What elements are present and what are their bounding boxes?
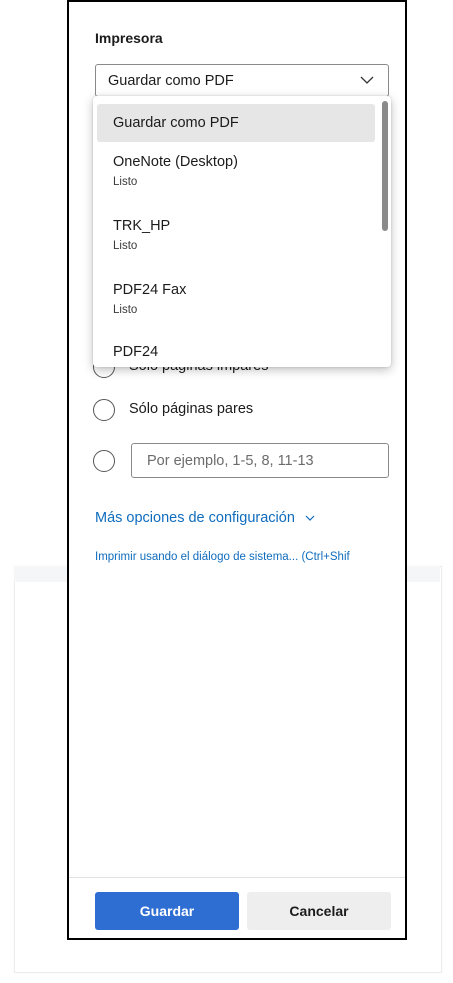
save-button[interactable]: Guardar: [95, 892, 239, 930]
radio-even-pages-circle[interactable]: [93, 399, 115, 421]
printer-option-onenote[interactable]: OneNote (Desktop) Listo: [97, 146, 375, 204]
radio-custom-pages-circle[interactable]: [93, 450, 115, 472]
system-dialog-link[interactable]: Imprimir usando el diálogo de sistema...…: [95, 551, 350, 563]
printer-select[interactable]: Guardar como PDF: [95, 64, 389, 97]
printer-option-name: OneNote (Desktop): [113, 154, 238, 170]
printer-select-value: Guardar como PDF: [108, 73, 234, 89]
printer-option-name: PDF24 Fax: [113, 282, 187, 298]
printer-option-pdf24[interactable]: PDF24: [97, 336, 375, 367]
printer-option-pdf24-fax[interactable]: PDF24 Fax Listo: [97, 274, 375, 332]
more-settings-label: Más opciones de configuración: [95, 510, 295, 526]
dropdown-scrollbar[interactable]: [382, 101, 388, 231]
cancel-button[interactable]: Cancelar: [247, 892, 391, 930]
printer-dropdown-menu: Guardar como PDF OneNote (Desktop) Listo…: [93, 96, 391, 367]
printer-option-name: TRK_HP: [113, 218, 171, 234]
printer-option-save-as-pdf[interactable]: Guardar como PDF: [97, 104, 375, 142]
printer-option-name: PDF24: [113, 344, 159, 360]
printer-option-status: Listo: [113, 176, 138, 188]
footer-divider: [69, 877, 405, 878]
more-settings-link[interactable]: Más opciones de configuración: [95, 510, 315, 526]
chevron-down-icon: [305, 515, 315, 522]
printer-option-status: Listo: [113, 304, 138, 316]
printer-label: Impresora: [95, 30, 163, 46]
chevron-down-icon: [360, 76, 374, 84]
radio-even-pages-label: Sólo páginas pares: [129, 401, 254, 417]
printer-option-trk-hp[interactable]: TRK_HP Listo: [97, 210, 375, 268]
page-range-input[interactable]: [131, 443, 389, 478]
printer-option-status: Listo: [113, 240, 138, 252]
printer-option-name: Guardar como PDF: [113, 115, 239, 131]
